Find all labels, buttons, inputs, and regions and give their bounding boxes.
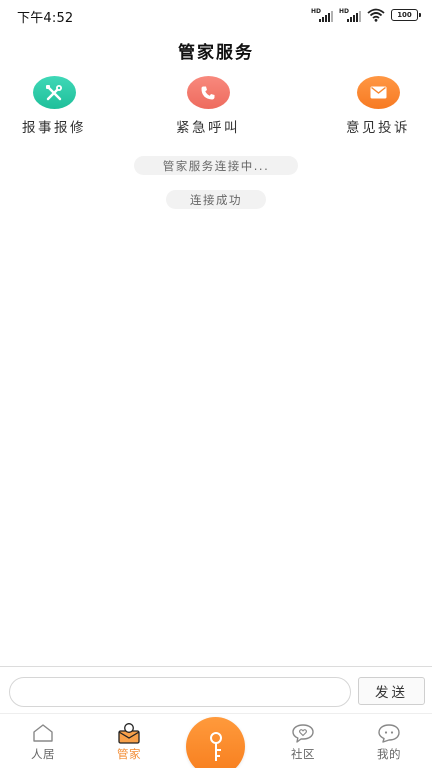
quick-actions: 报事报修 紧急呼叫 意见投诉 — [0, 76, 432, 136]
battery-level: 100 — [397, 11, 412, 19]
system-message-connected: 连接成功 — [166, 190, 266, 209]
tab-mine[interactable]: 我的 — [346, 714, 432, 768]
signal-icon: HD — [339, 8, 361, 22]
tab-mine-label: 我的 — [377, 747, 401, 761]
repair-report-label: 报事报修 — [22, 120, 86, 136]
wrench-screwdriver-icon — [32, 76, 76, 109]
tab-butler[interactable]: 管家 — [86, 714, 172, 768]
status-bar: 下午4:52 HD HD 100 — [0, 0, 432, 30]
butler-icon — [117, 722, 141, 744]
tab-home[interactable]: 人居 — [0, 714, 86, 768]
emergency-call-button[interactable]: 紧急呼叫 — [158, 76, 258, 136]
message-composer: 发送 — [0, 666, 432, 713]
complaint-button[interactable]: 意见投诉 — [328, 76, 428, 136]
tab-community[interactable]: 社区 — [260, 714, 346, 768]
message-input[interactable] — [9, 677, 351, 707]
system-message-connecting: 管家服务连接中... — [134, 156, 298, 175]
tab-community-label: 社区 — [291, 747, 315, 761]
repair-report-button[interactable]: 报事报修 — [4, 76, 104, 136]
envelope-icon — [356, 76, 400, 109]
status-icons: HD HD 100 — [311, 8, 421, 22]
key-icon — [209, 731, 222, 761]
house-icon — [31, 722, 55, 744]
status-time: 下午4:52 — [17, 11, 74, 26]
send-button[interactable]: 发送 — [358, 677, 425, 705]
smile-chat-icon — [377, 722, 401, 744]
signal-icon: HD — [311, 8, 333, 22]
tab-home-label: 人居 — [31, 747, 55, 761]
key-button[interactable] — [186, 717, 245, 768]
phone-icon — [186, 76, 230, 109]
battery-icon: 100 — [391, 9, 421, 21]
bottom-tab-bar: 人居 管家 社区 我的 — [0, 713, 432, 768]
page-title: 管家服务 — [178, 43, 254, 63]
tab-butler-label: 管家 — [117, 747, 141, 761]
complaint-label: 意见投诉 — [346, 120, 410, 136]
emergency-call-label: 紧急呼叫 — [176, 120, 240, 136]
wifi-icon — [367, 8, 385, 22]
chat-heart-icon — [291, 722, 315, 744]
